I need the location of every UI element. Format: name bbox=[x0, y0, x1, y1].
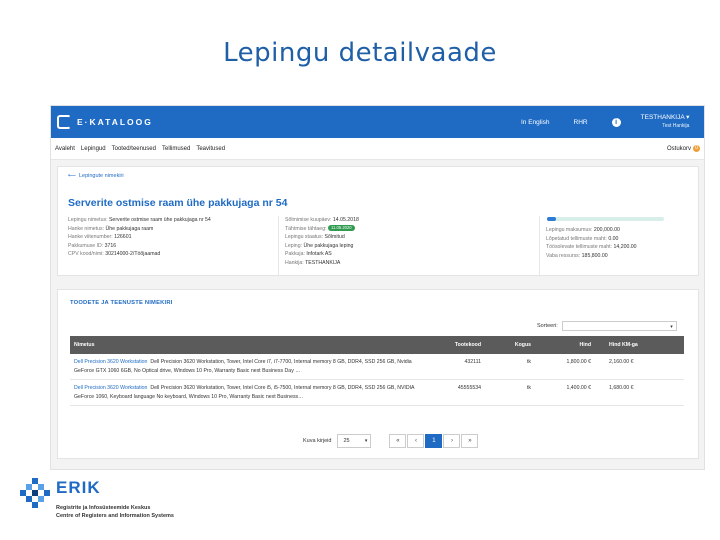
detail-row: Hankija: TESTHANKIJA bbox=[285, 259, 341, 266]
menu-item-teavitused[interactable]: Teavitused bbox=[196, 146, 225, 152]
back-link[interactable]: ⟵ Lepingute nimekiri bbox=[68, 173, 124, 179]
logo-text: E·KATALOOG bbox=[77, 117, 153, 127]
products-section-title: TOODETE JA TEENUSTE NIMEKIRI bbox=[70, 300, 173, 306]
contract-details-2: Sõlmimise kuupäev: 14.05.2018 Tähtmise t… bbox=[278, 216, 359, 276]
contract-details-1: Lepingu nimetus: Serverite ostmise raam … bbox=[68, 216, 211, 259]
caret-down-icon: ▾ bbox=[670, 324, 673, 330]
contract-details-3: Lepingu maksumus: 200,000.00 Lõpetatud t… bbox=[539, 216, 637, 276]
per-page-label: Kuva kirjeid bbox=[303, 438, 332, 444]
product-price: 1,400.00 € bbox=[535, 379, 595, 407]
per-page-select[interactable]: 25 ▾ bbox=[337, 434, 372, 448]
col-header-price[interactable]: Hind bbox=[535, 336, 595, 354]
table-header-row: Nimetus Tootekood Kogus Hind Hind KM-ga bbox=[70, 336, 684, 354]
product-cell: Dell Precision 3620 Workstation Dell Pre… bbox=[70, 354, 425, 381]
user-name: TESTHANKIJA ▾ bbox=[640, 114, 690, 121]
detail-row: CPV kood/nimi: 30214000-2/Töõjaamad bbox=[68, 251, 161, 258]
info-icon[interactable]: i bbox=[611, 117, 621, 127]
logo-icon bbox=[57, 115, 71, 129]
table-row: Dell Precision 3620 Workstation Dell Pre… bbox=[70, 354, 684, 381]
products-table: Nimetus Tootekood Kogus Hind Hind KM-ga … bbox=[70, 336, 684, 407]
erik-wordmark: ERIK bbox=[56, 478, 101, 497]
logo[interactable]: E·KATALOOG bbox=[51, 115, 153, 129]
caret-down-icon: ▾ bbox=[364, 438, 368, 444]
last-page-button[interactable]: » bbox=[461, 434, 479, 448]
product-price: 1,800.00 € bbox=[535, 354, 595, 381]
menu-item-avaleht[interactable]: Avaleht bbox=[55, 146, 75, 152]
detail-row: Vaba ressurss: 185,800.00 bbox=[546, 252, 608, 259]
user-menu[interactable]: TESTHANKIJA ▾ Test Hankija bbox=[641, 114, 690, 130]
menu-item-tooted[interactable]: Tooted/teenused bbox=[112, 146, 156, 152]
product-price-vat: 2,160.00 € bbox=[595, 354, 684, 381]
product-price-vat: 1,680.00 € bbox=[595, 379, 684, 407]
detail-row: Lõpetatud tellimuste maht: 0.00 bbox=[546, 235, 619, 242]
prev-page-button[interactable]: ‹ bbox=[407, 434, 425, 448]
deadline-badge: 11.05.2020 bbox=[327, 225, 355, 232]
sort-select[interactable]: ▾ bbox=[561, 321, 677, 331]
slide-title: Lepingu detailvaade bbox=[223, 38, 497, 68]
product-unit: tk bbox=[485, 379, 535, 407]
product-link[interactable]: Dell Precision 3620 Workstation bbox=[74, 359, 147, 365]
cart-count-badge: 0 bbox=[693, 145, 700, 152]
main-menu: Avaleht Lepingud Tooted/teenused Tellimu… bbox=[51, 138, 704, 160]
user-sub: Test Hankija bbox=[662, 123, 690, 129]
pagination: Kuva kirjeid 25 ▾ « ‹ 1 › » bbox=[303, 434, 479, 448]
language-link[interactable]: In English bbox=[521, 119, 550, 126]
arrow-left-icon: ⟵ bbox=[68, 173, 76, 179]
erik-subtitle: Registrite ja Infosüsteemide Keskus Cent… bbox=[56, 505, 174, 519]
products-card: TOODETE JA TEENUSTE NIMEKIRI Sorteeri: ▾… bbox=[57, 289, 699, 459]
rhr-link[interactable]: RHR bbox=[574, 119, 588, 126]
col-header-code[interactable]: Tootekood bbox=[425, 336, 485, 354]
detail-row: Hanke nimetus: Ühe pakkujaga raam bbox=[68, 225, 154, 232]
detail-row: Sõlmimise kuupäev: 14.05.2018 bbox=[285, 217, 359, 223]
detail-row: Pakkumuse ID: 3716 bbox=[68, 242, 117, 249]
table-row: Dell Precision 3620 Workstation Dell Pre… bbox=[70, 379, 684, 407]
next-page-button[interactable]: › bbox=[443, 434, 461, 448]
menu-item-tellimused[interactable]: Tellimused bbox=[162, 146, 190, 152]
detail-row: Lepingu maksumus: 200,000.00 bbox=[546, 227, 620, 233]
menu-item-lepingud[interactable]: Lepingud bbox=[81, 146, 106, 152]
top-bar: E·KATALOOG In English RHR i TESTHANKIJA … bbox=[51, 106, 704, 138]
col-header-name[interactable]: Nimetus bbox=[70, 336, 425, 354]
cart-link[interactable]: Ostukorv 0 bbox=[667, 145, 700, 152]
top-nav: In English RHR i TESTHANKIJA ▾ Test Hank… bbox=[521, 106, 689, 138]
product-code: 45555534 bbox=[425, 379, 485, 407]
page-1-button[interactable]: 1 bbox=[425, 434, 443, 448]
detail-row: Pakkuja: Infotark AS bbox=[285, 251, 332, 258]
detail-row: Töösolevate tellimuste maht: 14,200.00 bbox=[546, 244, 637, 251]
detail-row: Hanke viitenumber: 126601 bbox=[68, 234, 132, 241]
contract-card: ⟵ Lepingute nimekiri Serverite ostmise r… bbox=[57, 166, 699, 276]
detail-row: Lepingu nimetus: Serverite ostmise raam … bbox=[68, 217, 211, 223]
sort-label: Sorteeri: bbox=[537, 323, 558, 329]
sort-control: Sorteeri: ▾ bbox=[537, 321, 677, 331]
product-link[interactable]: Dell Precision 3620 Workstation bbox=[74, 385, 147, 391]
contract-title: Serverite ostmise raam ühe pakkujaga nr … bbox=[68, 197, 288, 209]
product-code: 432111 bbox=[425, 354, 485, 381]
detail-row: Lepingu staatus: Sõlmitud bbox=[285, 234, 345, 241]
app-screenshot: E·KATALOOG In English RHR i TESTHANKIJA … bbox=[50, 105, 705, 470]
erik-mark-icon bbox=[20, 478, 50, 508]
col-header-price-vat[interactable]: Hind KM-ga bbox=[595, 336, 684, 354]
cart-label: Ostukorv bbox=[666, 145, 691, 152]
col-header-qty[interactable]: Kogus bbox=[485, 336, 535, 354]
first-page-button[interactable]: « bbox=[389, 434, 407, 448]
detail-row: Leping: Ühe pakkujaga leping bbox=[285, 242, 354, 249]
detail-row: Tähtmise tähtaeg: 11.05.2020 bbox=[285, 225, 359, 234]
product-cell: Dell Precision 3620 Workstation Dell Pre… bbox=[70, 379, 425, 407]
erik-logo: ERIK Registrite ja Infosüsteemide Keskus… bbox=[20, 478, 220, 528]
product-unit: tk bbox=[485, 354, 535, 381]
